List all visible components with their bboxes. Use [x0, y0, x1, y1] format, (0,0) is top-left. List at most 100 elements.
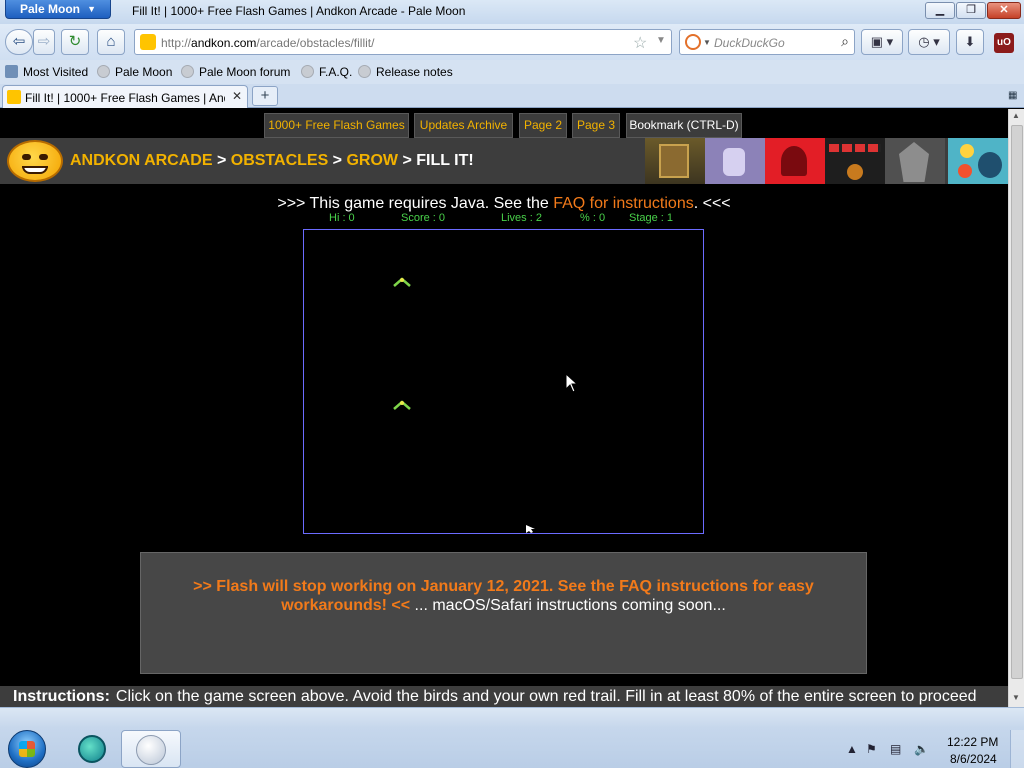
url-dropdown-icon[interactable]: ▼	[656, 35, 666, 46]
bird-enemy	[393, 400, 411, 410]
bird-enemy	[393, 277, 411, 287]
site-favicon-icon	[140, 34, 156, 50]
game-thumbnail[interactable]	[885, 138, 945, 184]
minimize-button[interactable]: ▁	[925, 2, 955, 19]
url-text[interactable]: http://andkon.com/arcade/obstacles/filli…	[161, 36, 374, 50]
crumb-obstacles[interactable]: OBSTACLES	[231, 152, 328, 169]
thumb-art	[829, 144, 881, 152]
logo-eye	[39, 154, 48, 160]
bookmark-pale-moon[interactable]: Pale Moon	[97, 65, 172, 79]
reload-button[interactable]: ↻	[61, 29, 89, 55]
search-input[interactable]: DuckDuckGo	[714, 36, 785, 50]
search-magnifier-icon[interactable]: ⌕	[841, 33, 849, 50]
window-title: Fill It! | 1000+ Free Flash Games | Andk…	[132, 4, 466, 18]
hud-lives: Lives : 2	[501, 212, 542, 224]
flash-notice: >> Flash will stop working on January 12…	[140, 552, 867, 674]
scroll-down-icon[interactable]: ▼	[1012, 693, 1020, 702]
bookmark-star-icon[interactable]: ☆	[633, 33, 647, 53]
search-engine-dropdown-icon[interactable]: ▼	[703, 38, 711, 47]
tab-strip: Fill It! | 1000+ Free Flash Games | Andk…	[0, 84, 1024, 108]
game-canvas[interactable]	[303, 229, 704, 534]
home-button[interactable]: ⌂	[97, 29, 125, 55]
close-window-button[interactable]: ✕	[987, 2, 1021, 19]
plus-icon: +	[260, 87, 270, 104]
clock-date[interactable]: 8/6/2024	[950, 752, 997, 766]
andkon-logo[interactable]	[7, 140, 63, 182]
duckduckgo-icon[interactable]	[685, 34, 701, 50]
instructions-text: Click on the game screen above. Avoid th…	[115, 688, 977, 705]
tab-list-icon[interactable]: ▦	[1008, 90, 1017, 101]
globe-icon	[358, 65, 371, 78]
restore-button[interactable]: ❐	[956, 2, 986, 19]
show-desktop-button[interactable]	[1010, 730, 1024, 768]
search-bar[interactable]: ▼ DuckDuckGo ⌕	[679, 29, 855, 55]
scroll-up-icon[interactable]: ▲	[1012, 111, 1020, 120]
crumb-current: FILL IT!	[416, 152, 474, 169]
crumb-separator: >	[212, 152, 231, 169]
clock-time[interactable]: 12:22 PM	[947, 735, 998, 749]
page-viewport: 1000+ Free Flash Games Updates Archive P…	[0, 109, 1008, 707]
downloads-button[interactable]: ⬇	[956, 29, 984, 55]
app-icon	[78, 735, 106, 763]
flash-soon-text: ... macOS/Safari instructions coming soo…	[410, 597, 726, 614]
game-thumbnail[interactable]	[948, 138, 1008, 184]
tab-fillit[interactable]: Fill It! | 1000+ Free Flash Games | Andk…	[2, 85, 248, 108]
ublock-button[interactable]: uO	[989, 29, 1019, 55]
tab-close-icon[interactable]: ✕	[232, 89, 242, 103]
nav-page-3[interactable]: Page 3	[572, 113, 620, 138]
url-bar[interactable]: http://andkon.com/arcade/obstacles/filli…	[134, 29, 672, 55]
pale-moon-icon	[136, 735, 166, 765]
hud-stage: Stage : 1	[629, 212, 674, 224]
game-thumbnail[interactable]	[825, 138, 885, 184]
game-thumbnail[interactable]	[645, 138, 705, 184]
bookmark-most-visited[interactable]: Most Visited	[5, 65, 88, 79]
faq-link[interactable]: FAQ for instructions	[553, 195, 694, 212]
forward-button[interactable]: ⇨	[33, 29, 55, 55]
network-icon[interactable]: ▤	[890, 742, 901, 756]
thumb-art	[899, 142, 929, 182]
url-path: /arcade/obstacles/fillit/	[256, 36, 375, 50]
crumb-grow[interactable]: GROW	[346, 152, 398, 169]
instructions-label: Instructions:	[13, 688, 110, 705]
url-host: andkon.com	[191, 36, 257, 50]
crumb-separator: >	[328, 152, 347, 169]
java-notice-before: >>> This game requires Java. See the	[277, 195, 554, 212]
app-menu-button[interactable]: Pale Moon ▼	[5, 0, 111, 19]
back-button[interactable]: ⇦	[5, 29, 33, 55]
tray-expand-icon[interactable]: ▲	[846, 742, 858, 756]
thumb-art	[659, 144, 689, 178]
nav-bookmark[interactable]: Bookmark (CTRL-D)	[626, 113, 742, 138]
history-button[interactable]: ◷ ▾	[908, 29, 950, 55]
game-thumbnail[interactable]	[765, 138, 825, 184]
volume-muted-icon[interactable]: 🔈	[914, 742, 929, 756]
hud-hi: Hi : 0	[329, 212, 355, 224]
crumb-andkon-arcade[interactable]: ANDKON ARCADE	[70, 152, 213, 169]
clock-icon: ◷ ▾	[918, 34, 940, 49]
new-tab-button[interactable]: +	[252, 86, 278, 106]
bookmark-faq[interactable]: F.A.Q.	[301, 65, 352, 79]
download-arrow-icon: ⬇	[964, 34, 976, 49]
bookmark-release-notes[interactable]: Release notes	[358, 65, 453, 79]
app-menu-label: Pale Moon	[20, 2, 81, 16]
logo-eye	[22, 154, 31, 160]
taskbar-app-pale-moon[interactable]	[121, 730, 181, 768]
bookmarks-toolbar: Most Visited Pale Moon Pale Moon forum F…	[0, 60, 1024, 84]
hud-percent: % : 0	[580, 212, 606, 224]
start-button[interactable]	[8, 730, 46, 768]
tab-groups-button[interactable]: ▣ ▾	[861, 29, 903, 55]
globe-icon	[97, 65, 110, 78]
taskbar-app-pinned[interactable]	[66, 730, 116, 768]
game-thumbnail[interactable]	[705, 138, 765, 184]
groups-icon: ▣ ▾	[870, 34, 894, 49]
nav-page-2[interactable]: Page 2	[519, 113, 567, 138]
bookmark-pale-moon-forum[interactable]: Pale Moon forum	[181, 65, 290, 79]
nav-updates-archive[interactable]: Updates Archive	[414, 113, 513, 138]
most-visited-icon	[5, 65, 18, 78]
nav-free-flash-games[interactable]: 1000+ Free Flash Games	[264, 113, 409, 138]
action-center-flag-icon[interactable]: ⚑	[866, 742, 877, 756]
page-scrollbar[interactable]: ▲ ▼	[1008, 109, 1024, 707]
thumb-art	[958, 164, 972, 178]
chevron-down-icon: ▼	[87, 4, 96, 14]
scrollbar-thumb[interactable]	[1011, 125, 1023, 679]
url-prefix: http://	[161, 36, 192, 50]
